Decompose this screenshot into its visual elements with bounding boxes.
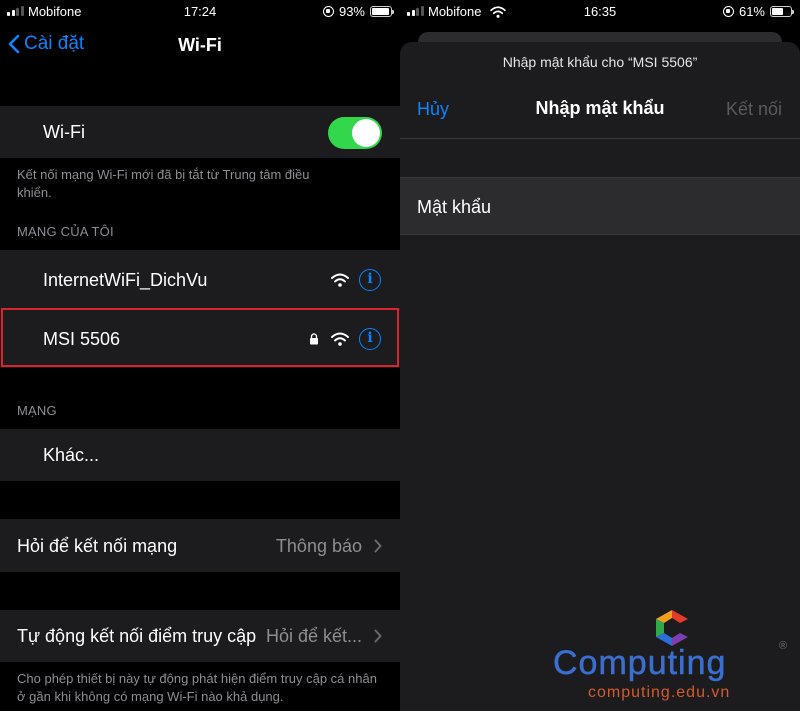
watermark-name: Computing: [553, 644, 727, 683]
ask-join-row[interactable]: Hỏi để kết nối mạng Thông báo: [0, 519, 400, 572]
networks-header: MẠNG: [17, 403, 57, 418]
battery-icon: [770, 6, 794, 17]
ask-join-value: Thông báo: [275, 536, 362, 556]
toggle-knob: [352, 119, 380, 147]
computing-logo: [656, 610, 688, 646]
wifi-signal-icon: [331, 273, 349, 287]
battery-percent: 61%: [738, 4, 765, 19]
info-icon[interactable]: i: [359, 269, 381, 291]
wifi-toggle-row: Wi-Fi: [0, 106, 400, 158]
network-row-internetwifi[interactable]: InternetWiFi_DichVu i: [0, 250, 400, 309]
auto-join-note: Cho phép thiết bị này tự động phát hiện …: [17, 671, 377, 704]
password-prompt: Nhập mật khẩu cho “MSI 5506”: [502, 54, 698, 70]
other-label: Khác...: [43, 445, 100, 465]
password-sheet: Nhập mật khẩu cho “MSI 5506” Hủy Nhập mậ…: [400, 42, 800, 711]
status-bar: Mobifone 16:35 61%: [400, 0, 800, 24]
auto-join-row[interactable]: Tự động kết nối điểm truy cập Hỏi để kết…: [0, 610, 400, 662]
selection-highlight: [1, 308, 399, 367]
wifi-label: Wi-Fi: [43, 122, 85, 142]
rotation-lock-icon: [322, 6, 334, 17]
password-entry-screen: Mobifone 16:35 61% Nhập mật khẩu cho “MS…: [400, 0, 800, 711]
wifi-toggle[interactable]: [328, 117, 382, 149]
watermark-registered: ®: [779, 640, 788, 652]
wifi-settings-screen: Mobifone 17:24 93% Cài đặt Wi-Fi Wi-Fi K…: [0, 0, 400, 711]
network-name: InternetWiFi_DichVu: [43, 270, 208, 290]
chevron-right-icon: [374, 539, 382, 553]
divider: [400, 138, 800, 139]
other-network-row[interactable]: Khác...: [0, 429, 400, 481]
join-button[interactable]: Kết nối: [726, 99, 782, 120]
rotation-lock-icon: [722, 6, 734, 17]
battery-icon: [370, 6, 394, 17]
watermark-url: computing.edu.vn: [588, 684, 731, 701]
password-row: Mật khẩu: [400, 177, 800, 235]
status-bar: Mobifone 17:24 93%: [0, 0, 400, 24]
battery-percent: 93%: [338, 4, 365, 19]
auto-join-value: Hỏi để kết...: [265, 626, 362, 646]
password-input[interactable]: [530, 188, 780, 226]
auto-join-label: Tự động kết nối điểm truy cập: [17, 626, 257, 646]
nav-bar: Cài đặt Wi-Fi: [0, 24, 400, 68]
my-networks-header: MẠNG CỦA TÔI: [17, 224, 114, 239]
password-label: Mật khẩu: [417, 197, 492, 217]
chevron-right-icon: [374, 629, 382, 643]
page-title: Wi-Fi: [178, 35, 222, 55]
wifi-note: Kết nối mạng Wi-Fi mới đã bị tắt từ Trun…: [17, 167, 310, 200]
ask-join-label: Hỏi để kết nối mạng: [17, 536, 178, 556]
